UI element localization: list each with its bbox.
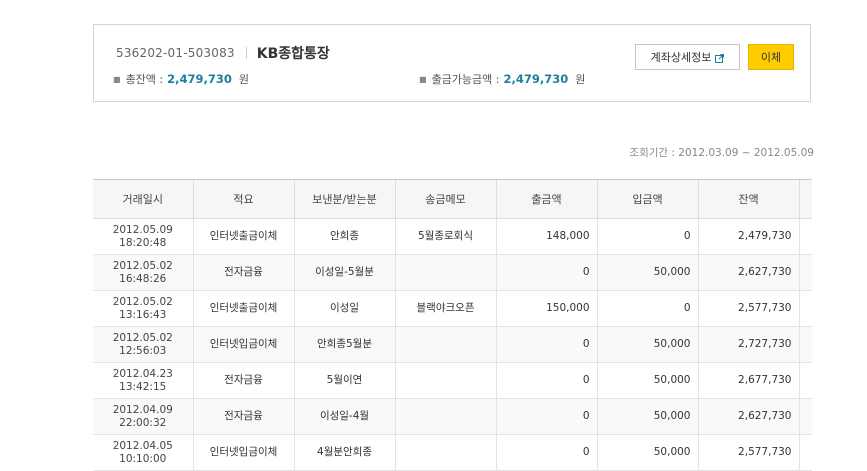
cell-description: 전자금융 [192,362,294,399]
cell-spacer [798,290,812,327]
available-balance-line: ■ 출금가능금액 : 2,479,730 원 [419,71,585,87]
cell-memo [394,398,496,435]
table-row: 2012.05.02 13:16:43 인터넷출금이체 이성일 블랙야크오픈 15… [93,290,812,327]
cell-withdrawal: 0 [495,362,597,399]
cell-description: 전자금융 [192,254,294,291]
cell-party: 이성일-5월분 [293,254,395,291]
cell-description: 인터넷입금이체 [192,434,294,471]
cell-memo: 블랙야크오픈 [394,290,496,327]
cell-party: 이성일-4월 [293,398,395,435]
account-number: 536202-01-503083 [116,46,235,60]
table-row: 2012.05.02 12:56:03 인터넷입금이체 안희종5월분 0 50,0… [93,326,812,363]
account-summary-box: 536202-01-503083 KB종합통장 ■ 총잔액 : 2,479,73… [93,24,811,102]
header-withdrawal[interactable]: 출금액 [495,179,597,219]
cell-balance: 2,577,730 [697,290,799,327]
account-detail-label: 계좌상세정보 [650,51,712,64]
cell-withdrawal: 150,000 [495,290,597,327]
cell-datetime: 2012.04.09 22:00:32 [93,398,193,435]
cell-withdrawal: 0 [495,434,597,471]
cell-memo [394,254,496,291]
query-period-label: 조회기간 : [629,147,675,159]
cell-withdrawal: 0 [495,254,597,291]
cell-datetime: 2012.05.02 16:48:26 [93,254,193,291]
header-datetime[interactable]: 거래일시 [93,179,193,219]
cell-datetime: 2012.05.09 18:20:48 [93,218,193,255]
cell-deposit: 50,000 [596,398,698,435]
table-row: 2012.04.09 22:00:32 전자금융 이성일-4월 0 50,000 … [93,398,812,435]
cell-spacer [798,326,812,363]
available-balance-label: 출금가능금액 : [431,73,500,86]
query-period: 조회기간 : 2012.03.09 ~ 2012.05.09 [629,145,814,160]
cell-description: 인터넷입금이체 [192,326,294,363]
cell-deposit: 50,000 [596,362,698,399]
cell-balance: 2,627,730 [697,254,799,291]
account-detail-button[interactable]: 계좌상세정보 [635,44,740,70]
account-name: KB종합통장 [256,46,330,62]
header-party[interactable]: 보낸분/받는분 [293,179,395,219]
header-balance[interactable]: 잔액 [697,179,799,219]
cell-memo [394,326,496,363]
table-row: 2012.04.23 13:42:15 전자금융 5월이연 0 50,000 2,… [93,362,812,399]
total-balance-label: 총잔액 : [125,73,164,86]
cell-description: 전자금융 [192,398,294,435]
available-balance-amount: 2,479,730 [503,72,569,86]
cell-balance: 2,627,730 [697,398,799,435]
cell-spacer [798,398,812,435]
cell-datetime: 2012.05.02 12:56:03 [93,326,193,363]
cell-balance: 2,727,730 [697,326,799,363]
cell-deposit: 50,000 [596,326,698,363]
cell-datetime: 2012.04.23 13:42:15 [93,362,193,399]
total-balance-amount: 2,479,730 [167,72,232,86]
total-balance-line: ■ 총잔액 : 2,479,730 원 [113,71,249,87]
transfer-button[interactable]: 이체 [748,44,794,70]
cell-party: 안희종5월분 [293,326,395,363]
cell-spacer [798,434,812,471]
cell-deposit: 50,000 [596,254,698,291]
cell-withdrawal: 0 [495,326,597,363]
header-description[interactable]: 적요 [192,179,294,219]
table-row: 2012.04.05 10:10:00 인터넷입금이체 4월분안희종 0 50,0… [93,434,812,471]
cell-party: 4월분안희종 [293,434,395,471]
cell-party: 이성일 [293,290,395,327]
header-spacer [798,179,812,219]
table-row: 2012.05.09 18:20:48 인터넷출금이체 안희종 5월종로회식 14… [93,218,812,255]
header-memo[interactable]: 송금메모 [394,179,496,219]
cell-withdrawal: 0 [495,398,597,435]
cell-spacer [798,362,812,399]
cell-balance: 2,479,730 [697,218,799,255]
cell-spacer [798,218,812,255]
cell-balance: 2,577,730 [697,434,799,471]
cell-party: 안희종 [293,218,395,255]
cell-party: 5월이연 [293,362,395,399]
header-deposit[interactable]: 입금액 [596,179,698,219]
cell-description: 인터넷출금이체 [192,290,294,327]
transaction-table: 거래일시 적요 보낸분/받는분 송금메모 출금액 입금액 잔액 2012.05.… [93,179,812,471]
account-title-line: 536202-01-503083 KB종합통장 [116,44,330,62]
table-row: 2012.05.02 16:48:26 전자금융 이성일-5월분 0 50,000… [93,254,812,291]
cell-deposit: 50,000 [596,434,698,471]
total-balance-unit: 원 [238,73,249,86]
cell-memo: 5월종로회식 [394,218,496,255]
cell-balance: 2,677,730 [697,362,799,399]
cell-memo [394,362,496,399]
bullet-icon: ■ [419,74,427,84]
cell-withdrawal: 148,000 [495,218,597,255]
cell-datetime: 2012.05.02 13:16:43 [93,290,193,327]
available-balance-unit: 원 [575,73,586,86]
cell-description: 인터넷출금이체 [192,218,294,255]
cell-deposit: 0 [596,218,698,255]
cell-memo [394,434,496,471]
query-period-value: 2012.03.09 ~ 2012.05.09 [678,147,814,159]
cell-deposit: 0 [596,290,698,327]
table-header-row: 거래일시 적요 보낸분/받는분 송금메모 출금액 입금액 잔액 [93,179,812,219]
external-link-icon [715,53,725,63]
divider [245,47,247,59]
bullet-icon: ■ [113,74,121,84]
cell-spacer [798,254,812,291]
cell-datetime: 2012.04.05 10:10:00 [93,434,193,471]
